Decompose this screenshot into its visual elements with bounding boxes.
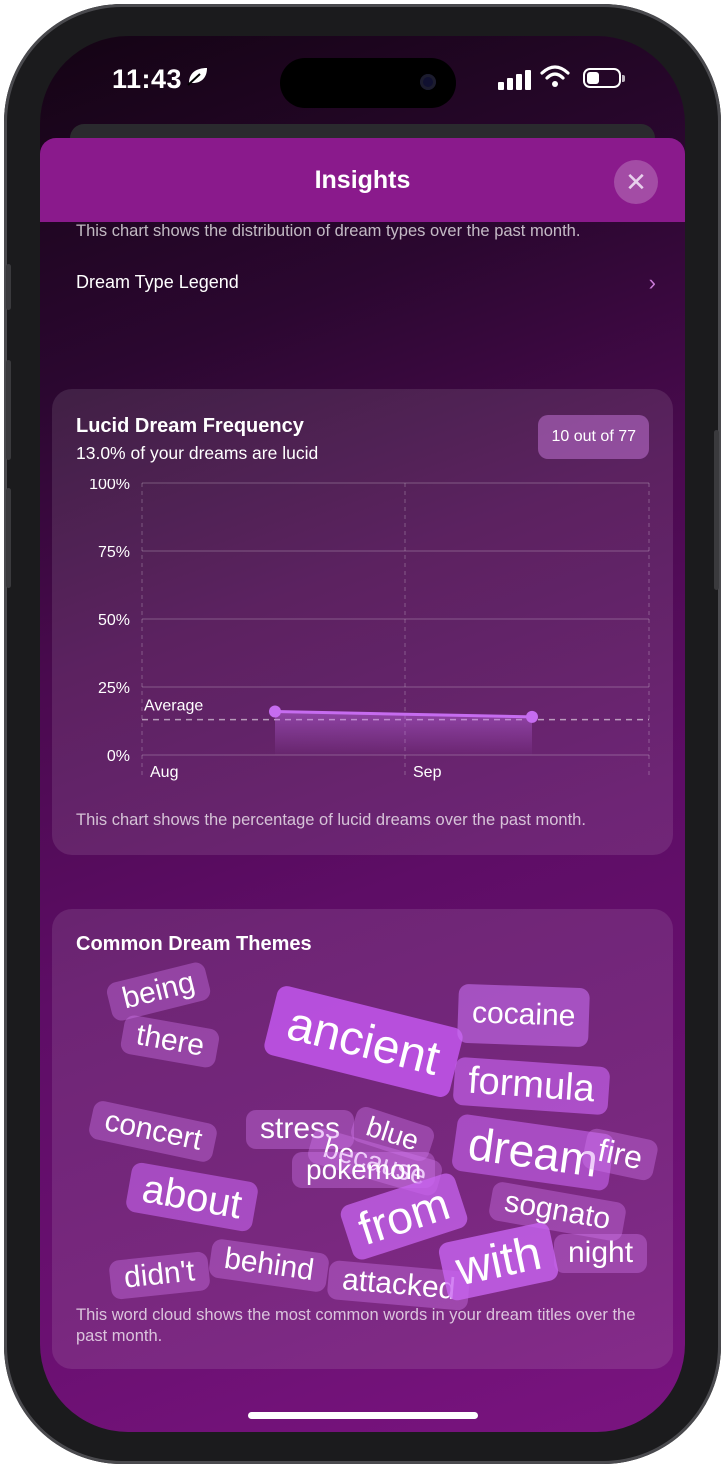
lucid-title: Lucid Dream Frequency	[76, 415, 304, 437]
word-cloud: being there ancient cocaine formula conc…	[80, 960, 680, 1311]
data-point	[526, 710, 538, 723]
wifi-icon	[540, 64, 570, 93]
word-cocaine: cocaine	[457, 983, 591, 1047]
close-button[interactable]: ✕	[614, 160, 658, 204]
battery-icon	[583, 68, 625, 88]
lucid-series	[269, 705, 538, 755]
camera-dot	[420, 74, 436, 90]
word-being: being	[104, 960, 213, 1023]
volume-up-button	[6, 360, 11, 460]
dream-type-caption: This chart shows the distribution of dre…	[76, 222, 581, 240]
word-behind: behind	[207, 1237, 331, 1293]
word-formula: formula	[452, 1056, 611, 1116]
lucid-caption: This chart shows the percentage of lucid…	[76, 811, 586, 829]
lucid-frequency-chart: 0% 25% 50% 75% 100% Aug Sep Average	[89, 479, 650, 781]
y-tick-label: 25%	[98, 680, 130, 697]
mute-switch	[6, 264, 11, 310]
lucid-frequency-card: Lucid Dream Frequency 13.0% of your drea…	[52, 389, 673, 855]
y-tick-label: 100%	[89, 479, 130, 493]
home-indicator[interactable]	[248, 1412, 478, 1419]
word-ancient: ancient	[262, 983, 465, 1100]
close-icon: ✕	[625, 167, 647, 197]
y-tick-label: 0%	[107, 748, 130, 765]
x-tick-label: Aug	[150, 764, 178, 781]
y-axis-ticks: 0% 25% 50% 75% 100%	[89, 479, 130, 765]
x-axis-ticks: Aug Sep	[150, 764, 442, 781]
x-tick-label: Sep	[413, 764, 442, 781]
word-about: about	[124, 1161, 260, 1233]
leaf-icon	[186, 66, 210, 92]
status-time: 11:43	[112, 64, 183, 94]
chevron-right-icon: ›	[648, 270, 656, 295]
word-night: night	[554, 1234, 648, 1273]
screen: 11:43 Insights ✕ This chart shows the di…	[40, 36, 685, 1432]
volume-down-button	[6, 488, 11, 588]
y-tick-label: 75%	[98, 544, 130, 561]
lucid-count-badge: 10 out of 77	[538, 415, 649, 459]
status-bar: 11:43	[40, 36, 685, 126]
dream-type-legend-label: Dream Type Legend	[76, 272, 239, 292]
power-button	[714, 430, 719, 590]
data-point	[269, 705, 281, 718]
y-tick-label: 50%	[98, 612, 130, 629]
series-area	[275, 711, 532, 755]
word-there: there	[119, 1013, 222, 1069]
average-label: Average	[144, 698, 203, 715]
dream-type-legend-row[interactable]: Dream Type Legend ›	[76, 270, 656, 300]
cellular-signal-icon	[498, 70, 532, 90]
themes-caption: This word cloud shows the most common wo…	[76, 1306, 636, 1345]
word-concert: concert	[87, 1099, 220, 1164]
themes-title: Common Dream Themes	[76, 933, 312, 955]
sheet-header: Insights ✕	[40, 138, 685, 222]
lucid-subtitle: 13.0% of your dreams are lucid	[76, 443, 319, 463]
page-title: Insights	[314, 166, 411, 194]
